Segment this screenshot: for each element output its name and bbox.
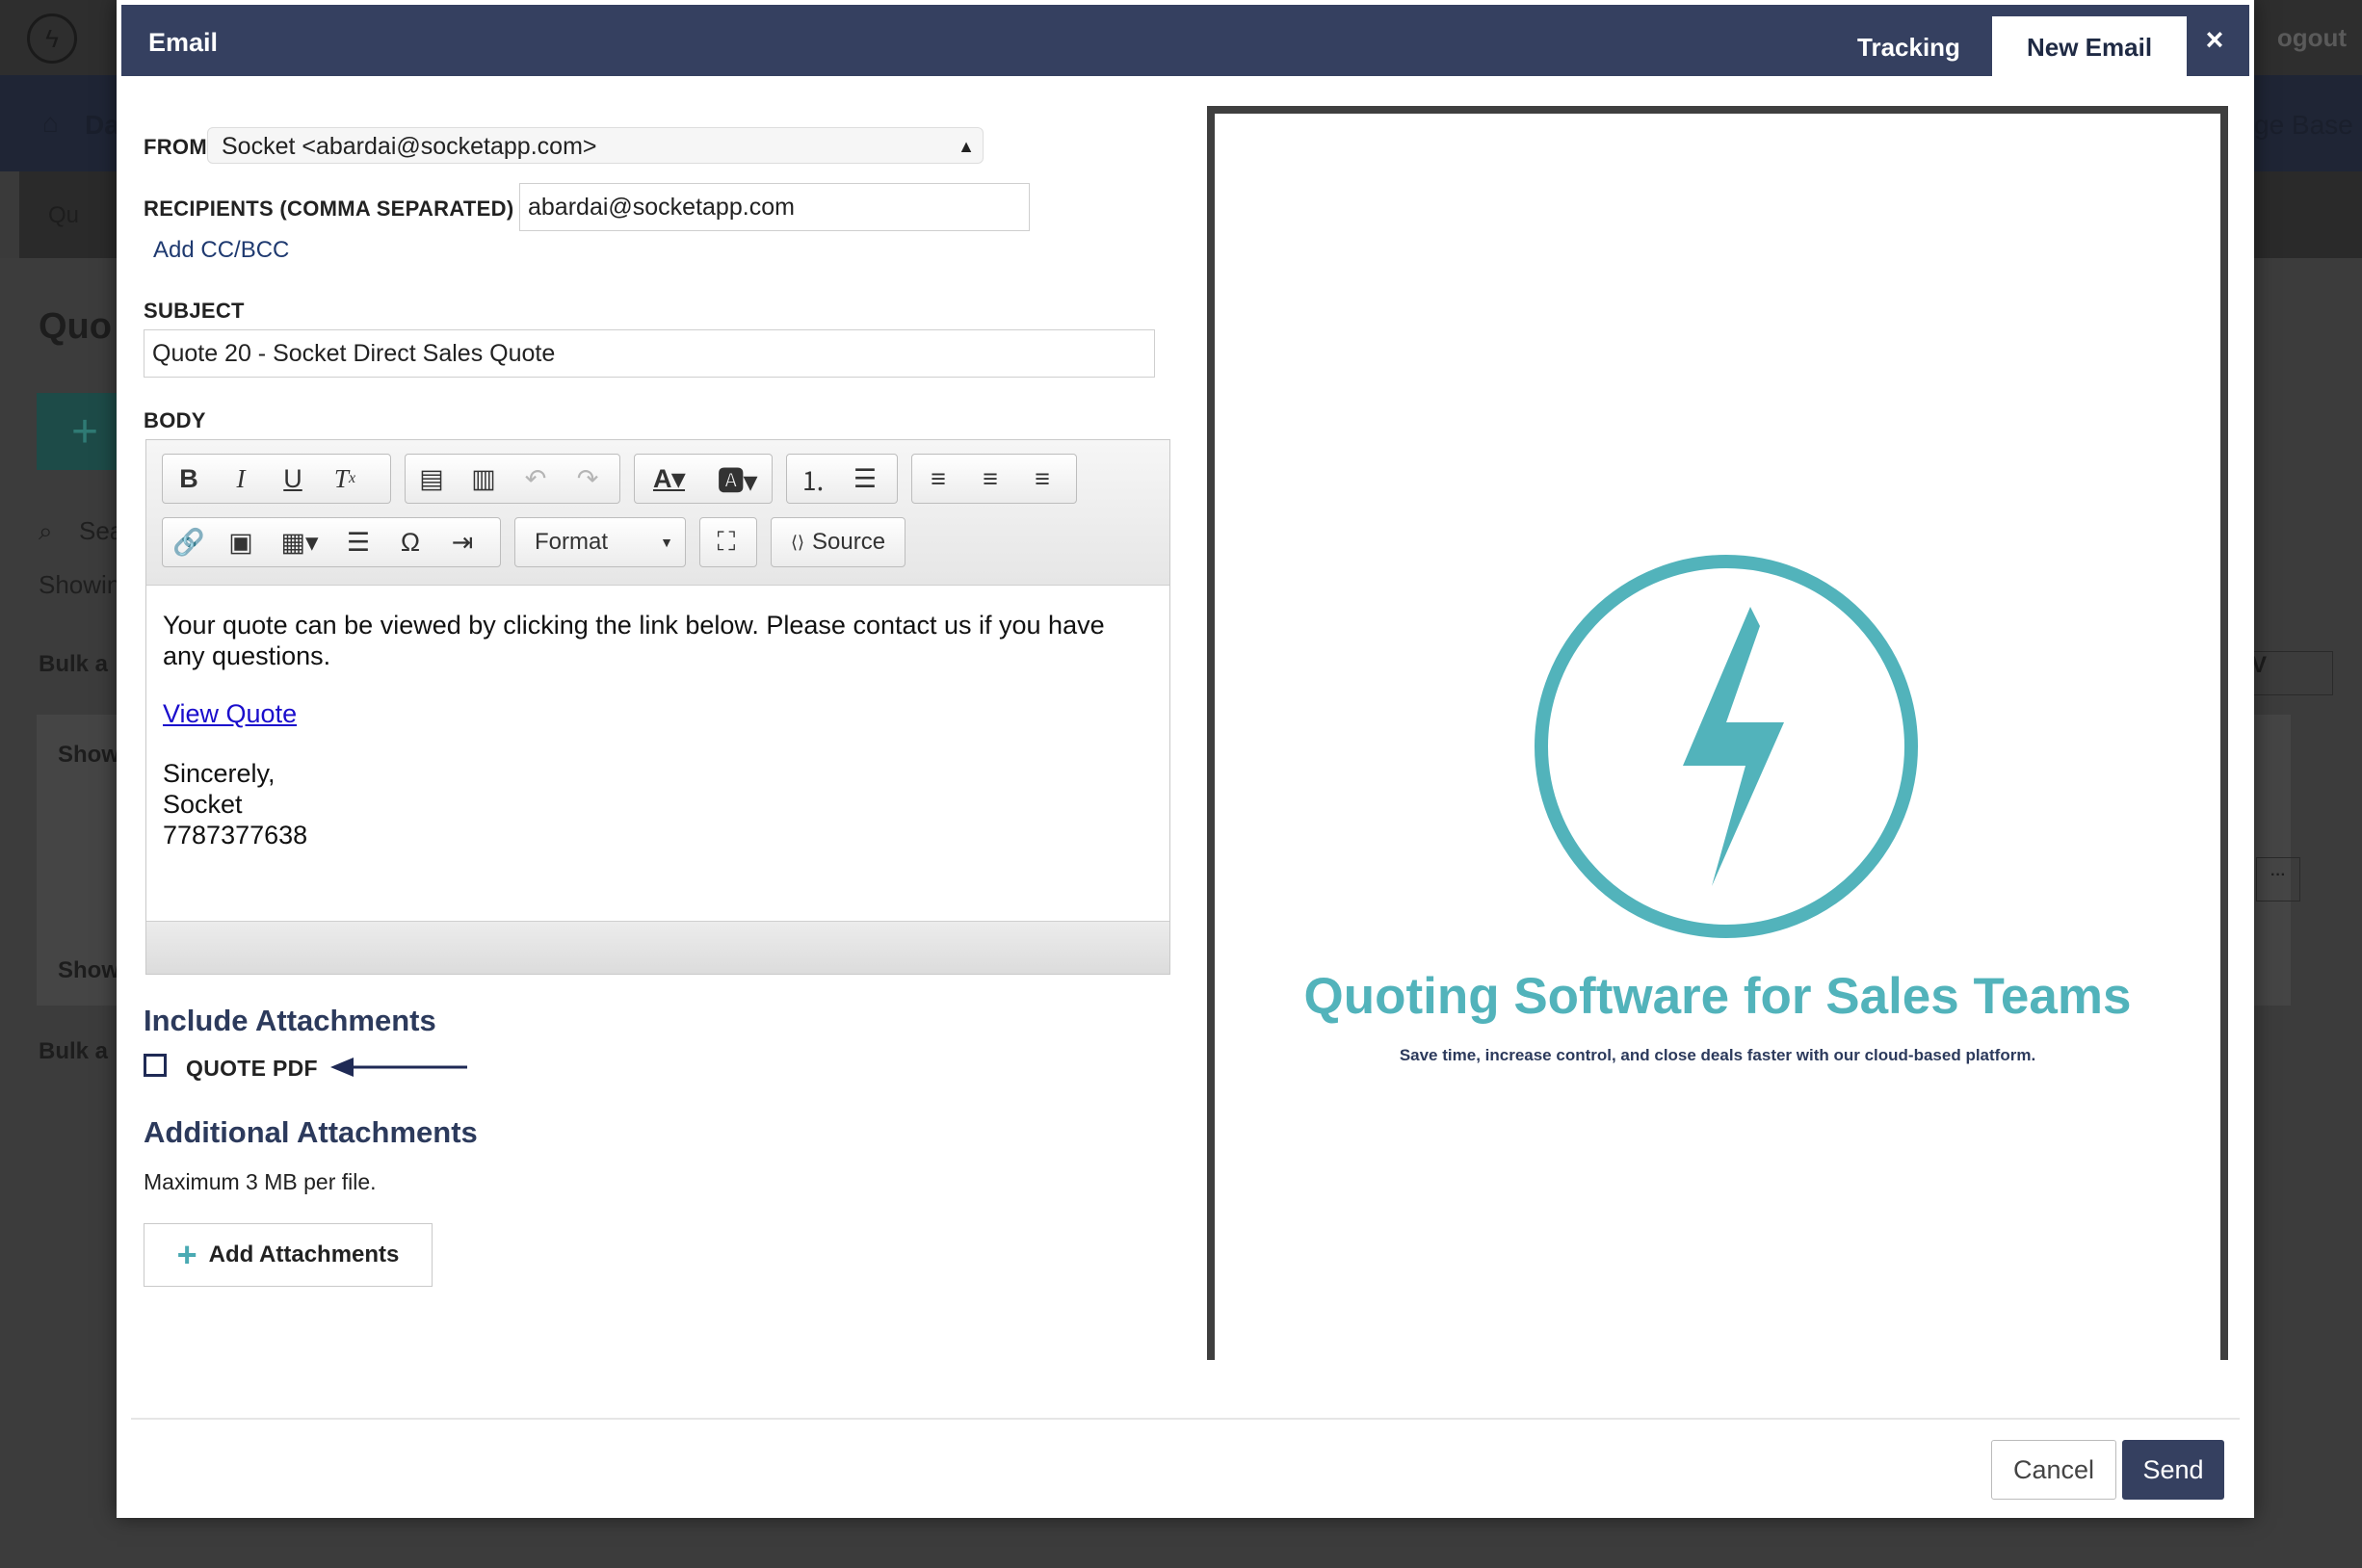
chevron-down-icon: ▼ (660, 535, 673, 550)
add-attachments-button[interactable]: + Add Attachments (144, 1223, 433, 1287)
quote-pdf-checkbox[interactable] (144, 1054, 167, 1077)
image-icon[interactable]: ▣ (215, 518, 267, 566)
from-select-value: Socket <abardai@socketapp.com> (222, 133, 597, 160)
from-label: FROM (144, 135, 207, 159)
page-heading: Quo (39, 306, 112, 347)
recipients-value: abardai@socketapp.com (528, 193, 795, 221)
table-icon[interactable]: ▦▾ (267, 518, 332, 566)
italic-icon[interactable]: I (215, 455, 267, 503)
subnav-quotes[interactable]: Qu (48, 202, 79, 229)
bulleted-list-icon[interactable]: ☰ (839, 455, 891, 503)
editor-content[interactable]: Your quote can be viewed by clicking the… (146, 586, 1169, 921)
add-cc-bcc-link[interactable]: Add CC/BCC (153, 237, 289, 264)
plus-icon: + (176, 1235, 197, 1274)
email-modal: Email Tracking New Email × FROM Socket <… (117, 0, 2254, 1518)
close-icon[interactable]: × (2197, 22, 2232, 57)
subject-value: Quote 20 - Socket Direct Sales Quote (152, 339, 556, 367)
max-size-note: Maximum 3 MB per file. (144, 1169, 377, 1194)
quote-preview-pane: Quoting Software for Sales Teams Save ti… (1207, 106, 2228, 1360)
undo-icon[interactable]: ↶ (510, 455, 562, 503)
view-quote-link[interactable]: View Quote (163, 699, 297, 729)
quote-pdf-label: QUOTE PDF (186, 1056, 318, 1081)
include-attachments-title: Include Attachments (144, 1004, 436, 1037)
source-button-label: Source (812, 529, 886, 555)
special-char-icon[interactable]: Ω (384, 518, 436, 566)
preview-headline: Quoting Software for Sales Teams (1303, 968, 2132, 1025)
search-icon[interactable]: ⌕ (39, 516, 53, 547)
table-header-show: Show (58, 742, 119, 768)
arrow-left-icon (330, 1058, 467, 1077)
toolbar-group-insert: 🔗 ▣ ▦▾ ☰ Ω ⇥ (162, 517, 501, 567)
editor-toolbar: B I U Tx ▤ ▥ ↶ ↷ A▾ 🅰▾ ⒈ ☰ ≡ ≡ ≡ 🔗 ▣ ▦▾ … (146, 440, 1169, 586)
underline-icon[interactable]: U (267, 455, 319, 503)
horizontal-line-icon[interactable]: ☰ (332, 518, 384, 566)
paste-text-icon[interactable]: ▥ (458, 455, 510, 503)
align-left-icon[interactable]: ≡ (912, 455, 964, 503)
signoff-line-1: Sincerely, (163, 759, 276, 788)
toolbar-group-colors: A▾ 🅰▾ (634, 454, 773, 504)
toolbar-group-clipboard: ▤ ▥ ↶ ↷ (405, 454, 620, 504)
body-text-line-2: any questions. (163, 641, 331, 670)
link-icon[interactable]: 🔗 (163, 518, 215, 566)
align-center-icon[interactable]: ≡ (964, 455, 1016, 503)
body-text-line-1: Your quote can be viewed by clicking the… (163, 611, 1105, 640)
modal-header: Email Tracking New Email × (121, 5, 2249, 78)
table-footer-show: Show (58, 957, 119, 983)
paste-word-icon[interactable]: ▤ (406, 455, 458, 503)
bulk-actions-label-bottom: Bulk a (39, 1038, 109, 1064)
format-dropdown-label: Format (535, 529, 609, 555)
toolbar-group-lists: ⒈ ☰ (786, 454, 898, 504)
nav-item-knowledge-base[interactable]: ge Base (2254, 110, 2353, 141)
recipients-input[interactable]: abardai@socketapp.com (519, 183, 1030, 231)
signoff-phone: 7787377638 (163, 821, 308, 849)
subject-input[interactable]: Quote 20 - Socket Direct Sales Quote (144, 329, 1155, 378)
toolbar-group-basicstyles: B I U Tx (162, 454, 391, 504)
maximize-icon[interactable]: ⛶ (700, 518, 752, 566)
logout-link[interactable]: ogout (2277, 23, 2347, 53)
toolbar-group-align: ≡ ≡ ≡ (911, 454, 1077, 504)
background-color-icon[interactable]: 🅰▾ (703, 455, 772, 503)
lightning-logo-icon (1535, 555, 1918, 938)
cancel-button[interactable]: Cancel (1991, 1440, 2116, 1500)
numbered-list-icon[interactable]: ⒈ (787, 455, 839, 503)
source-icon: ⟨⟩ (790, 532, 804, 552)
text-color-icon[interactable]: A▾ (635, 455, 703, 503)
send-button[interactable]: Send (2122, 1440, 2224, 1500)
showing-count: Showin (39, 570, 121, 599)
home-icon[interactable]: ⌂ (42, 108, 59, 139)
editor-statusbar (146, 921, 1169, 974)
format-dropdown[interactable]: Format ▼ (514, 517, 686, 567)
additional-attachments-title: Additional Attachments (144, 1115, 478, 1149)
from-select[interactable]: Socket <abardai@socketapp.com> ▲ (207, 127, 984, 164)
body-label: BODY (144, 408, 206, 432)
tab-tracking[interactable]: Tracking (1823, 16, 1995, 78)
preview-subline: Save time, increase control, and close d… (1399, 1046, 2036, 1064)
bulk-actions-label: Bulk a (39, 651, 109, 677)
remove-format-icon[interactable]: Tx (319, 455, 371, 503)
indent-icon[interactable]: ⇥ (436, 518, 488, 566)
body-editor: B I U Tx ▤ ▥ ↶ ↷ A▾ 🅰▾ ⒈ ☰ ≡ ≡ ≡ 🔗 ▣ ▦▾ … (145, 439, 1170, 975)
align-right-icon[interactable]: ≡ (1016, 455, 1068, 503)
signoff-line-2: Socket (163, 790, 243, 819)
add-attachments-label: Add Attachments (208, 1241, 400, 1267)
recipients-label: RECIPIENTS (COMMA SEPARATED) (144, 196, 514, 221)
subject-label: SUBJECT (144, 299, 245, 323)
bold-icon[interactable]: B (163, 455, 215, 503)
footer-divider (131, 1418, 2240, 1420)
toolbar-group-maximize: ⛶ (699, 517, 757, 567)
row-menu-button[interactable]: ··· (2256, 857, 2300, 902)
select-arrows-icon: ▲ (958, 137, 975, 156)
modal-title: Email (148, 28, 219, 57)
nav-item-dashboard[interactable]: Da (85, 110, 119, 141)
redo-icon[interactable]: ↷ (562, 455, 614, 503)
app-logo-icon: ϟ (27, 13, 77, 64)
source-button[interactable]: ⟨⟩ Source (771, 517, 905, 567)
tab-new-email[interactable]: New Email (1992, 16, 2188, 78)
